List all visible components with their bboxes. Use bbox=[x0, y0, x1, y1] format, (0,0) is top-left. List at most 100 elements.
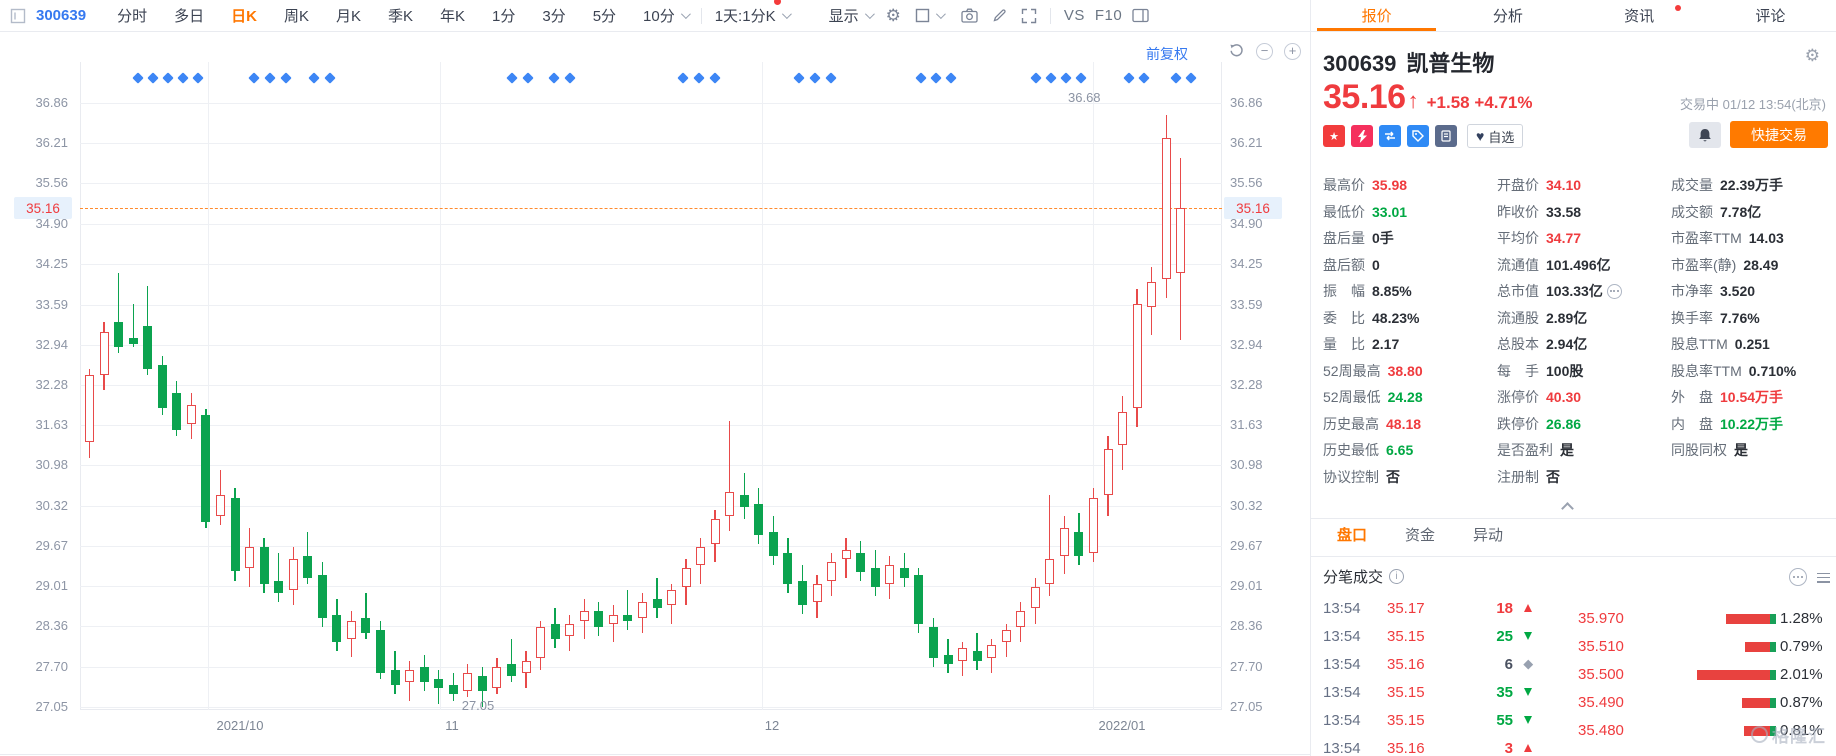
candle bbox=[274, 581, 283, 593]
tick-price: 35.15 bbox=[1387, 712, 1457, 729]
candle bbox=[754, 504, 763, 535]
price-adjust-mode[interactable]: 前复权 bbox=[1146, 44, 1188, 64]
period-tab-3分[interactable]: 3分 bbox=[542, 5, 565, 26]
level-price: 35.480 bbox=[1578, 722, 1624, 739]
y-axis-label: 36.21 bbox=[1230, 135, 1292, 150]
more-options-icon[interactable] bbox=[1789, 568, 1807, 586]
panel-settings-gear-icon[interactable]: ⚙ bbox=[1805, 46, 1820, 66]
tick-price: 35.17 bbox=[1387, 600, 1457, 617]
y-axis-label: 32.28 bbox=[6, 377, 68, 392]
candle-wick bbox=[656, 578, 657, 618]
candle bbox=[201, 415, 210, 523]
subtab-盘口[interactable]: 盘口 bbox=[1337, 524, 1367, 556]
quote-field: 52周最低24.28 bbox=[1323, 384, 1423, 411]
zoom-out-icon[interactable]: − bbox=[1256, 43, 1273, 60]
period-tab-5分[interactable]: 5分 bbox=[593, 5, 616, 26]
layout-select-icon[interactable] bbox=[915, 8, 943, 23]
quick-trade-button[interactable]: 快捷交易 bbox=[1730, 121, 1828, 148]
volume-bar bbox=[1745, 642, 1776, 652]
screenshot-camera-icon[interactable] bbox=[961, 8, 978, 23]
quote-field-value: 2.89亿 bbox=[1546, 308, 1587, 328]
price-volume-row: 35.5002.01% bbox=[1578, 662, 1828, 690]
candle bbox=[667, 590, 676, 605]
subtab-异动[interactable]: 异动 bbox=[1473, 524, 1503, 556]
y-axis-label: 31.63 bbox=[1230, 417, 1292, 432]
period-tab-年K[interactable]: 年K bbox=[440, 5, 465, 26]
candle bbox=[827, 562, 836, 580]
draw-pencil-icon[interactable] bbox=[992, 8, 1007, 23]
stock-code-toolbar[interactable]: 300639 bbox=[36, 7, 86, 24]
divider bbox=[1311, 518, 1836, 519]
period-tab-季K[interactable]: 季K bbox=[388, 5, 413, 26]
panel-tab-分析[interactable]: 分析 bbox=[1442, 0, 1573, 31]
info-icon[interactable]: i bbox=[1389, 569, 1404, 584]
quote-field: 历史最低6.65 bbox=[1323, 437, 1423, 464]
fullscreen-expand-icon[interactable] bbox=[1021, 8, 1037, 24]
panel-tab-评论[interactable]: 评论 bbox=[1705, 0, 1836, 31]
more-detail-icon[interactable] bbox=[1607, 284, 1622, 299]
display-dropdown[interactable]: 显示 bbox=[829, 5, 872, 26]
period-tab-分时[interactable]: 分时 bbox=[117, 5, 147, 26]
candle bbox=[1045, 559, 1054, 584]
list-view-icon[interactable] bbox=[1817, 570, 1830, 585]
add-watchlist-button[interactable]: ♥ 自选 bbox=[1467, 124, 1523, 148]
candle bbox=[376, 630, 385, 673]
period-tab-多日[interactable]: 多日 bbox=[174, 5, 204, 26]
panel-tab-报价[interactable]: 报价 bbox=[1311, 0, 1442, 31]
tick-row: 13:5435.166 bbox=[1323, 650, 1585, 678]
tick-row: 13:5435.1718 bbox=[1323, 594, 1585, 622]
chevron-down-icon bbox=[782, 9, 792, 19]
tick-trades-list[interactable]: 13:5435.171813:5435.152513:5435.16613:54… bbox=[1323, 594, 1585, 756]
v-gridline bbox=[440, 62, 441, 710]
h-gridline bbox=[80, 586, 1222, 587]
tick-direction-icon bbox=[1513, 632, 1543, 640]
compare-interval-dropdown[interactable]: 1天:1分K bbox=[715, 5, 789, 26]
f10-button[interactable]: F10 bbox=[1095, 7, 1122, 24]
period-tab-10分[interactable]: 10分 bbox=[643, 5, 688, 26]
side-panel-toggle-icon[interactable] bbox=[1132, 8, 1149, 23]
quote-field: 开盘价34.10 bbox=[1497, 172, 1622, 199]
chevron-down-icon bbox=[865, 9, 875, 19]
quote-field-label: 总市值 bbox=[1497, 281, 1539, 301]
quote-field: 外 盘10.54万手 bbox=[1671, 384, 1796, 411]
chart-settings-gear-icon[interactable]: ⚙ bbox=[886, 7, 901, 24]
candlestick-chart[interactable]: 36.8636.8636.2136.2135.5635.5634.9034.90… bbox=[0, 32, 1310, 756]
quote-field-label: 振 幅 bbox=[1323, 281, 1365, 301]
period-tab-月K[interactable]: 月K bbox=[336, 5, 361, 26]
candle bbox=[1089, 498, 1098, 553]
quote-field-label: 注册制 bbox=[1497, 467, 1539, 487]
h-gridline bbox=[80, 465, 1222, 466]
current-price-line bbox=[80, 208, 1222, 209]
alert-bell-button[interactable] bbox=[1689, 122, 1721, 148]
volume-bar-buy-tip bbox=[1770, 670, 1776, 680]
zoom-in-icon[interactable]: + bbox=[1284, 43, 1301, 60]
quote-field: 总股本2.94亿 bbox=[1497, 331, 1622, 358]
h-gridline bbox=[80, 345, 1222, 346]
subtab-资金[interactable]: 资金 bbox=[1405, 524, 1435, 556]
tick-row: 13:5435.163 bbox=[1323, 734, 1585, 756]
tick-direction-icon bbox=[1513, 716, 1543, 724]
period-tab-1分[interactable]: 1分 bbox=[492, 5, 515, 26]
candle bbox=[769, 532, 778, 557]
level-price: 35.510 bbox=[1578, 638, 1624, 655]
h-gridline bbox=[80, 506, 1222, 507]
candle bbox=[594, 611, 603, 626]
panel-tab-资讯[interactable]: 资讯 bbox=[1574, 0, 1705, 31]
period-tab-日K[interactable]: 日K bbox=[231, 5, 257, 26]
undo-icon[interactable] bbox=[1228, 43, 1245, 60]
candle bbox=[900, 568, 909, 577]
y-axis-label: 33.59 bbox=[6, 297, 68, 312]
period-tab-周K[interactable]: 周K bbox=[284, 5, 309, 26]
y-axis-label: 29.67 bbox=[6, 538, 68, 553]
level-price: 35.490 bbox=[1578, 694, 1624, 711]
vs-compare-button[interactable]: VS bbox=[1064, 7, 1085, 24]
quote-field-label: 52周最低 bbox=[1323, 387, 1381, 407]
candle bbox=[987, 645, 996, 657]
stock-name: 凯普生物 bbox=[1406, 51, 1494, 76]
window-layout-icon[interactable] bbox=[10, 8, 26, 24]
quote-field: 内 盘10.22万手 bbox=[1671, 411, 1796, 438]
collapse-grid-button[interactable] bbox=[1563, 500, 1572, 518]
quote-field-value: 是 bbox=[1734, 440, 1748, 460]
toolbar-divider bbox=[701, 8, 702, 24]
quote-field: 历史最高48.18 bbox=[1323, 411, 1423, 438]
